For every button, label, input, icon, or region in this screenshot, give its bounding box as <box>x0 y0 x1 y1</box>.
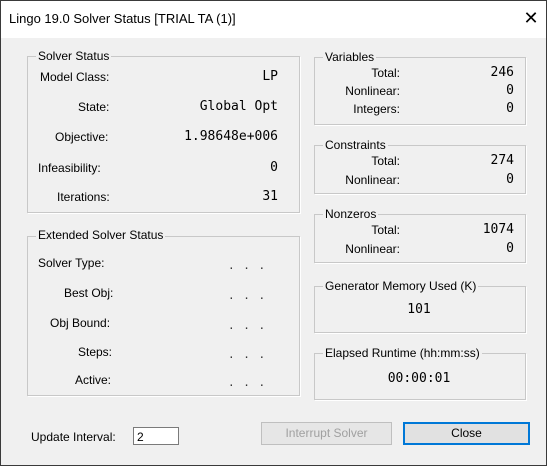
variables-integers-value: 0 <box>506 101 514 116</box>
interrupt-solver-button[interactable]: Interrupt Solver <box>261 422 392 445</box>
objective-label: Objective: <box>55 130 109 144</box>
constraints-legend: Constraints <box>323 138 388 152</box>
nonzeros-legend: Nonzeros <box>323 207 379 221</box>
steps-label: Steps: <box>78 345 113 359</box>
variables-legend: Variables <box>323 50 377 64</box>
constraints-nonlinear-label: Nonlinear: <box>345 173 400 187</box>
nonzeros-total-value: 1074 <box>482 222 514 237</box>
variables-total-value: 246 <box>490 65 514 80</box>
variables-nonlinear-label: Nonlinear: <box>345 84 400 98</box>
extended-solver-status-legend: Extended Solver Status <box>36 228 166 242</box>
active-value: . . . <box>228 376 267 389</box>
solver-type-value: . . . <box>228 259 267 272</box>
generator-memory-legend: Generator Memory Used (K) <box>323 279 479 293</box>
variables-total-label: Total: <box>371 66 400 80</box>
constraints-total-label: Total: <box>371 154 400 168</box>
obj-bound-value: . . . <box>228 319 267 332</box>
obj-bound-label: Obj Bound: <box>50 316 111 330</box>
best-obj-value: . . . <box>228 289 267 302</box>
update-interval-input[interactable]: 2 <box>133 427 179 445</box>
constraints-nonlinear-value: 0 <box>506 172 514 187</box>
objective-value: 1.98648e+006 <box>184 129 278 144</box>
best-obj-label: Best Obj: <box>64 286 114 300</box>
model-class-label: Model Class: <box>40 70 110 84</box>
nonzeros-nonlinear-value: 0 <box>506 241 514 256</box>
elapsed-runtime-value: 00:00:01 <box>387 371 451 386</box>
nonzeros-nonlinear-label: Nonlinear: <box>345 242 400 256</box>
infeasibility-value: 0 <box>270 160 278 175</box>
solver-status-legend: Solver Status <box>36 49 112 63</box>
state-value: Global Opt <box>199 99 278 114</box>
nonzeros-total-label: Total: <box>371 223 400 237</box>
model-class-value: LP <box>262 69 278 84</box>
solver-type-label: Solver Type: <box>38 256 105 270</box>
update-interval-label: Update Interval: <box>31 430 116 444</box>
variables-nonlinear-value: 0 <box>506 83 514 98</box>
active-label: Active: <box>75 373 112 387</box>
generator-memory-value: 101 <box>407 302 431 317</box>
constraints-total-value: 274 <box>490 153 514 168</box>
iterations-value: 31 <box>262 189 278 204</box>
state-label: State: <box>78 100 110 114</box>
elapsed-runtime-legend: Elapsed Runtime (hh:mm:ss) <box>323 346 482 360</box>
iterations-label: Iterations: <box>57 190 110 204</box>
variables-integers-label: Integers: <box>353 102 400 116</box>
close-window-icon[interactable]: ✕ <box>520 6 542 30</box>
close-button[interactable]: Close <box>403 422 530 445</box>
infeasibility-label: Infeasibility: <box>38 161 101 175</box>
steps-value: . . . <box>228 348 267 361</box>
window-title: Lingo 19.0 Solver Status [TRIAL TA (1)] <box>9 11 236 26</box>
